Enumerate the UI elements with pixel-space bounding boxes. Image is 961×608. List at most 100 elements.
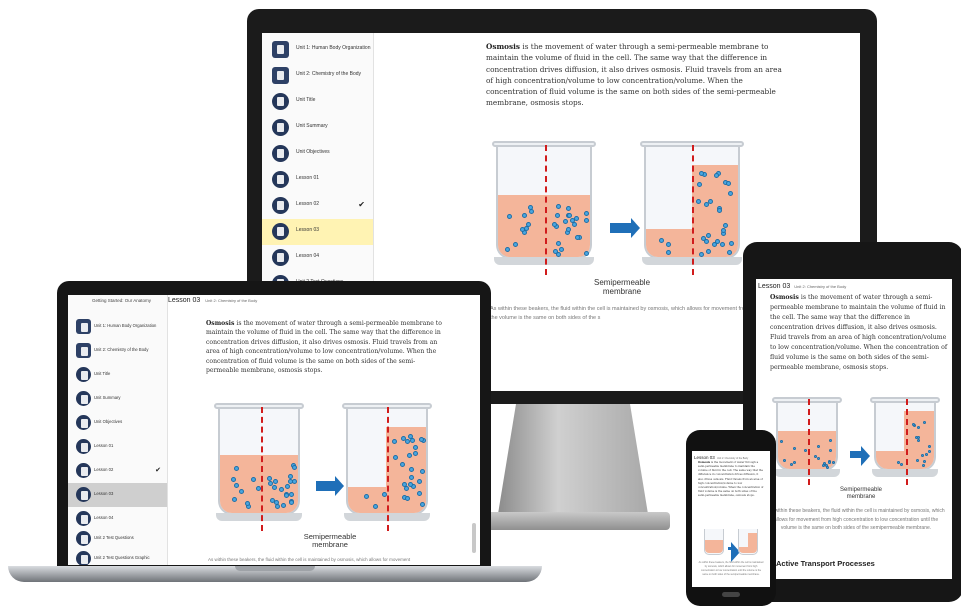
folder-icon	[76, 319, 91, 334]
solute-particle	[658, 237, 664, 243]
unit-subtitle: Unit 2: Chemistry of the Body	[205, 298, 258, 303]
solute-particle	[554, 212, 560, 218]
solute-particle	[409, 437, 415, 443]
lesson-paragraph: Osmosis is the movement of water through…	[206, 320, 442, 375]
lesson-paragraph: Osmosis is the movement of water through…	[770, 294, 948, 372]
solute-particle	[556, 203, 562, 209]
sidebar-item-unit-summary[interactable]: Unit Summary	[262, 115, 373, 141]
solute-particle	[828, 460, 832, 464]
lesson-title: Lesson 03	[168, 297, 201, 304]
solute-particle	[234, 482, 240, 488]
sidebar-item-lesson-01[interactable]: Lesson 01	[262, 167, 373, 193]
solute-particle	[416, 491, 422, 497]
sidebar-item-unit1[interactable]: Unit 1: Human Body Organization	[68, 315, 167, 339]
figure-caption: As within these beakers, the fluid withi…	[208, 557, 411, 562]
beaker-after	[870, 397, 940, 477]
solute-particle	[402, 481, 407, 487]
solute-particle	[285, 483, 291, 489]
beaker-after	[738, 529, 758, 555]
sidebar-item-unit-objectives[interactable]: Unit Objectives	[262, 141, 373, 167]
membrane-line	[906, 399, 908, 485]
sidebar-item-lesson-03[interactable]: Lesson 03	[68, 483, 167, 507]
document-icon	[76, 551, 91, 565]
sidebar-item-unit-title[interactable]: Unit Title	[262, 89, 373, 115]
document-icon	[272, 249, 289, 266]
section-heading: Active Transport Processes	[776, 559, 875, 568]
sidebar-item-unit-objectives[interactable]: Unit Objectives	[68, 411, 167, 435]
solute-particle	[381, 491, 387, 497]
document-icon	[272, 171, 289, 188]
term-osmosis: Osmosis	[698, 461, 711, 464]
solute-particle	[831, 460, 835, 464]
solute-particle	[420, 468, 426, 474]
solute-particle	[665, 249, 671, 255]
lesson-paragraph: Osmosis is the movement of water through…	[486, 42, 782, 108]
document-icon	[272, 223, 289, 240]
arrow-icon	[610, 218, 640, 238]
unit-subtitle: Unit 2: Chemistry of the Body	[717, 457, 749, 460]
folder-open-icon	[272, 67, 289, 84]
solute-particle	[408, 466, 414, 472]
lesson-paragraph: Osmosis is the movement of water through…	[698, 461, 764, 498]
sidebar-item-unit2[interactable]: Unit 2: Chemistry of the Body	[68, 339, 167, 363]
sidebar-item-lesson-01[interactable]: Lesson 01	[68, 435, 167, 459]
figure-label: Semipermeable membrane	[593, 278, 651, 296]
membrane-line	[387, 407, 389, 531]
figure-caption: As within these beakers, the fluid withi…	[767, 508, 945, 531]
document-icon	[76, 511, 91, 526]
document-icon	[272, 145, 289, 162]
checkmark-icon: ✔	[358, 200, 365, 209]
document-icon	[76, 531, 91, 546]
solute-particle	[916, 436, 920, 440]
solute-particle	[412, 444, 418, 450]
membrane-line	[808, 399, 810, 485]
monitor-stand	[498, 404, 648, 514]
document-icon	[76, 367, 91, 382]
membrane-line	[545, 145, 547, 275]
sidebar-item-unit-title[interactable]: Unit Title	[68, 363, 167, 387]
course-title: Getting Started: Our Anatomy	[92, 298, 152, 303]
scrollbar[interactable]	[472, 523, 476, 553]
sidebar-item-lesson-02[interactable]: Lesson 02 ✔	[262, 193, 373, 219]
arrow-icon	[728, 542, 740, 562]
sidebar-item-test-questions-graphic[interactable]: Unit 2 Test Questions Graphic	[68, 547, 167, 565]
solute-particle	[566, 205, 572, 211]
checkmark-icon: ✔	[155, 467, 161, 474]
term-osmosis: Osmosis	[486, 42, 521, 51]
figure-label: Semipermeable membrane	[303, 532, 357, 550]
membrane-line	[692, 145, 694, 275]
laptop-notch	[235, 566, 315, 571]
sidebar-item-unit1[interactable]: Unit 1: Human Body Organization	[262, 37, 373, 63]
folder-icon	[272, 41, 289, 58]
solute-particle	[505, 246, 511, 252]
sidebar-item-lesson-04[interactable]: Lesson 04	[262, 245, 373, 271]
solute-particle	[824, 463, 828, 467]
sidebar-item-unit-summary[interactable]: Unit Summary	[68, 387, 167, 411]
home-button[interactable]	[722, 592, 740, 597]
arrow-icon	[850, 446, 870, 466]
solute-particle	[399, 461, 405, 467]
unit-subtitle: Unit 2: Chemistry of the Body	[794, 284, 847, 289]
document-icon	[272, 93, 289, 110]
solute-particle	[404, 496, 410, 502]
document-icon	[76, 463, 91, 478]
solute-particle	[407, 481, 413, 487]
solute-particle	[916, 425, 920, 429]
sidebar-item-lesson-03[interactable]: Lesson 03	[262, 219, 373, 245]
solute-particle	[416, 478, 422, 484]
phone-screen: Lesson 03 Unit 2: Chemistry of the Body …	[692, 451, 770, 587]
figure-label: Semipermeable membrane	[839, 487, 883, 500]
arrow-icon	[316, 476, 344, 496]
solute-particle	[816, 456, 820, 460]
solute-particle	[792, 461, 796, 465]
sidebar-item-test-questions[interactable]: Unit 2 Test Questions	[68, 527, 167, 547]
lesson-title: Lesson 03	[758, 283, 791, 290]
tablet-screen: Lesson 03 Unit 2: Chemistry of the Body …	[756, 279, 952, 579]
membrane-line	[261, 407, 263, 531]
solute-particle	[574, 234, 580, 240]
solute-particle	[698, 170, 704, 176]
folder-open-icon	[76, 343, 91, 358]
sidebar-item-lesson-02[interactable]: Lesson 02 ✔	[68, 459, 167, 483]
sidebar-item-unit2[interactable]: Unit 2: Chemistry of the Body	[262, 63, 373, 89]
solute-particle	[562, 219, 568, 225]
